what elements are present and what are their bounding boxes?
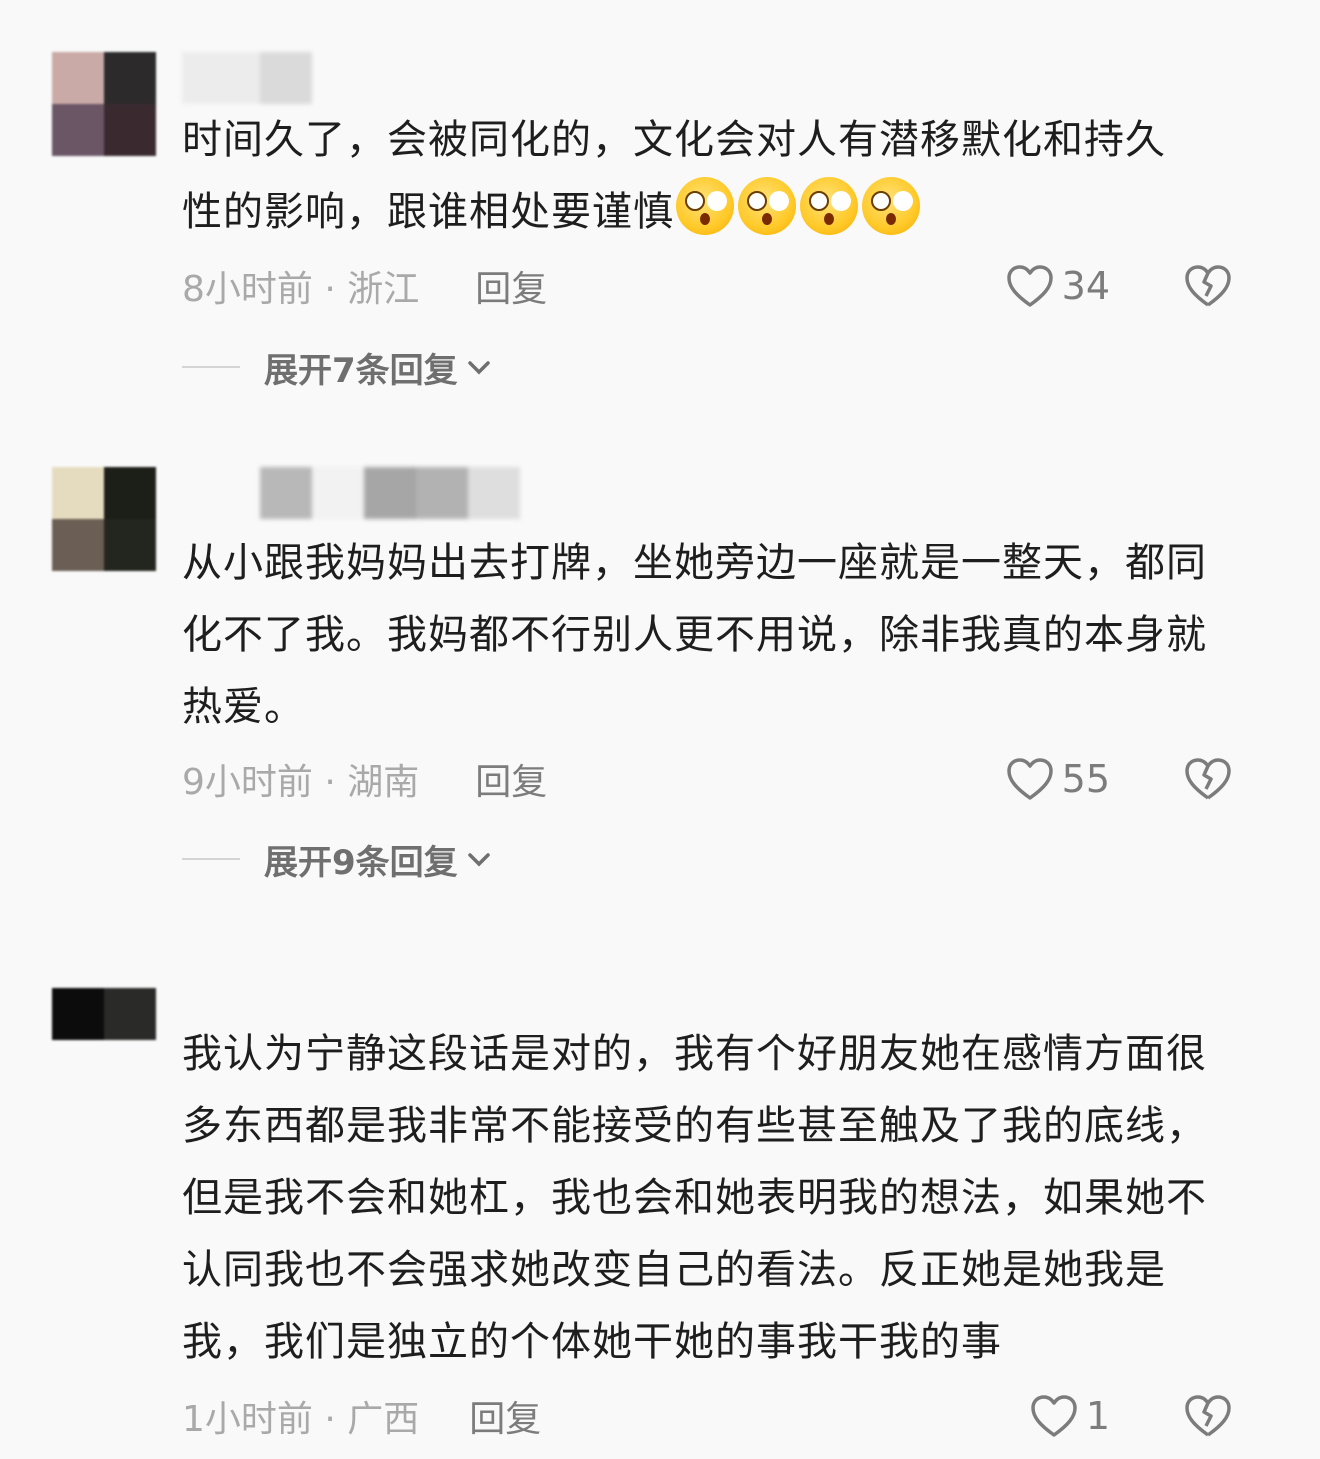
heart-outline-icon	[1006, 265, 1053, 307]
like-count: 55	[1061, 757, 1110, 801]
expand-label: 展开9条回复	[264, 842, 458, 883]
time-location: 9小时前 · 湖南	[182, 762, 420, 803]
expand-replies-button[interactable]: 展开9条回复	[182, 834, 492, 884]
like-button[interactable]: 55	[1006, 757, 1110, 801]
comment-text: 时间久了，会被同化的，文化会对人有潜移默化和持久 性的影响，跟谁相处要谨慎	[182, 117, 1166, 235]
crying-face-emoji	[862, 177, 920, 235]
time-location: 1小时前 · 广西	[182, 1399, 420, 1440]
reply-button[interactable]: 回复	[469, 1390, 541, 1442]
like-count: 34	[1061, 264, 1110, 308]
like-button[interactable]: 1	[1030, 1394, 1110, 1438]
broken-heart-icon	[1185, 265, 1231, 307]
comment-meta: 9小时前 · 湖南 回复 55	[182, 749, 1282, 809]
dislike-button[interactable]	[1184, 264, 1232, 308]
expand-label: 展开7条回复	[264, 350, 458, 391]
divider-line	[182, 858, 240, 860]
heart-outline-icon	[1006, 758, 1053, 800]
comment-text: 我认为宁静这段话是对的，我有个好朋友她在感情方面很多东西都是我非常不能接受的有些…	[182, 1031, 1207, 1365]
dislike-button[interactable]	[1184, 757, 1232, 801]
avatar[interactable]	[52, 988, 156, 1040]
dislike-button[interactable]	[1184, 1394, 1232, 1438]
divider-line	[182, 366, 240, 368]
username-blurred[interactable]	[182, 52, 312, 104]
comment-item: 我认为宁静这段话是对的，我有个好朋友她在感情方面很多东西都是我非常不能接受的有些…	[0, 988, 1320, 1448]
comment-meta: 8小时前 · 浙江 回复 34	[182, 256, 1282, 316]
avatar[interactable]	[52, 467, 156, 571]
chevron-down-icon	[466, 849, 492, 869]
comment-item: 时间久了，会被同化的，文化会对人有潜移默化和持久 性的影响，跟谁相处要谨慎 8小…	[0, 52, 1320, 412]
time-location: 8小时前 · 浙江	[182, 269, 420, 310]
crying-face-emoji	[676, 177, 734, 235]
comment-item: 从小跟我妈妈出去打牌，坐她旁边一座就是一整天，都同化不了我。我妈都不行别人更不用…	[0, 467, 1320, 907]
username-blurred[interactable]	[260, 467, 520, 519]
heart-outline-icon	[1031, 1395, 1077, 1437]
broken-heart-icon	[1185, 1395, 1231, 1437]
crying-face-emoji	[800, 177, 858, 235]
reply-button[interactable]: 回复	[475, 753, 547, 805]
crying-face-emoji	[738, 177, 796, 235]
avatar[interactable]	[52, 52, 156, 156]
expand-replies-button[interactable]: 展开7条回复	[182, 342, 492, 392]
comment-text: 从小跟我妈妈出去打牌，坐她旁边一座就是一整天，都同化不了我。我妈都不行别人更不用…	[182, 540, 1207, 730]
comment-meta: 1小时前 · 广西 回复 1	[182, 1386, 1282, 1446]
broken-heart-icon	[1185, 758, 1231, 800]
like-count: 1	[1085, 1394, 1110, 1438]
reply-button[interactable]: 回复	[475, 260, 547, 312]
chevron-down-icon	[466, 357, 492, 377]
like-button[interactable]: 34	[1006, 264, 1110, 308]
